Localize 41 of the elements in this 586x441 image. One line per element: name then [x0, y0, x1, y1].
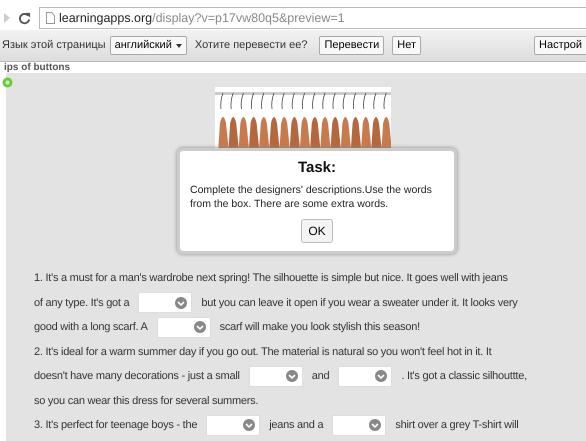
answer-dropdown[interactable]	[156, 316, 211, 338]
exercise-text: so you can wear this dress for several summers.	[34, 394, 258, 408]
answer-dropdown[interactable]	[138, 292, 192, 314]
translate-question: Хотите перевести ее?	[194, 38, 308, 54]
exercise-text: good with a long scarf. A	[34, 320, 148, 335]
exercise-text: . It's got a classic silhouttte,	[401, 369, 527, 384]
exercise-text: 1. It's a must for a man's wardrobe next spring! The silhouette is simple but nice. It goes well with jeans	[34, 271, 508, 286]
exercise-text: of any type. It's got a	[34, 296, 130, 310]
language-dropdown[interactable]: английский	[110, 36, 187, 56]
page-title: ips of buttons	[4, 62, 70, 73]
settings-button[interactable]: Настрой	[534, 36, 586, 56]
exercise-text: shirt over a grey T-shirt will	[395, 418, 518, 433]
exercise-text: jeans and a	[269, 418, 324, 433]
exercise-text: 2. It's ideal for a warm summer day if you go out. The material is natural so you won't feel hot in it. It	[34, 344, 492, 360]
chevron-icon	[194, 321, 206, 334]
translate-button[interactable]: Нет	[392, 36, 421, 56]
chevron-icon	[375, 370, 388, 382]
answer-dropdown[interactable]	[206, 414, 260, 436]
reload-icon[interactable]	[18, 12, 31, 24]
address-bar[interactable]: learningapps.org/display?v=p17vw80q5&preview=1	[39, 7, 586, 29]
answer-dropdown[interactable]	[332, 414, 386, 436]
dialog-title: Task:	[296, 158, 338, 178]
caret-icon	[176, 44, 182, 48]
url-text: learningapps.org/display?v=p17vw80q5&preview=1	[59, 10, 345, 27]
translate-button[interactable]: Перевести	[319, 36, 384, 56]
chevron-icon	[369, 419, 382, 432]
exercise-text: and	[312, 369, 330, 384]
exercise-text: scarf will make you look stylish this season!	[220, 320, 420, 335]
exercise-text: but you can leave it open if you wear a sweater under it. It looks very	[201, 296, 518, 310]
chevron-icon	[286, 370, 298, 382]
exercise-text: doesn't have many decorations - just a small	[34, 369, 240, 384]
chevron-icon	[243, 419, 256, 432]
translate-label: Язык этой страницы	[2, 38, 106, 54]
exercise-text: 3. It's perfect for teenage boys - the	[34, 418, 198, 433]
answer-dropdown[interactable]	[338, 366, 392, 387]
answer-dropdown[interactable]	[248, 366, 303, 387]
ok-button[interactable]: OK	[301, 218, 333, 243]
chevron-icon	[175, 296, 188, 309]
page-icon	[46, 12, 55, 24]
dialog-text: Complete the designers' descriptions.Use the words from the box. There are some extra words.	[190, 182, 433, 211]
help-icon[interactable]	[2, 77, 13, 88]
